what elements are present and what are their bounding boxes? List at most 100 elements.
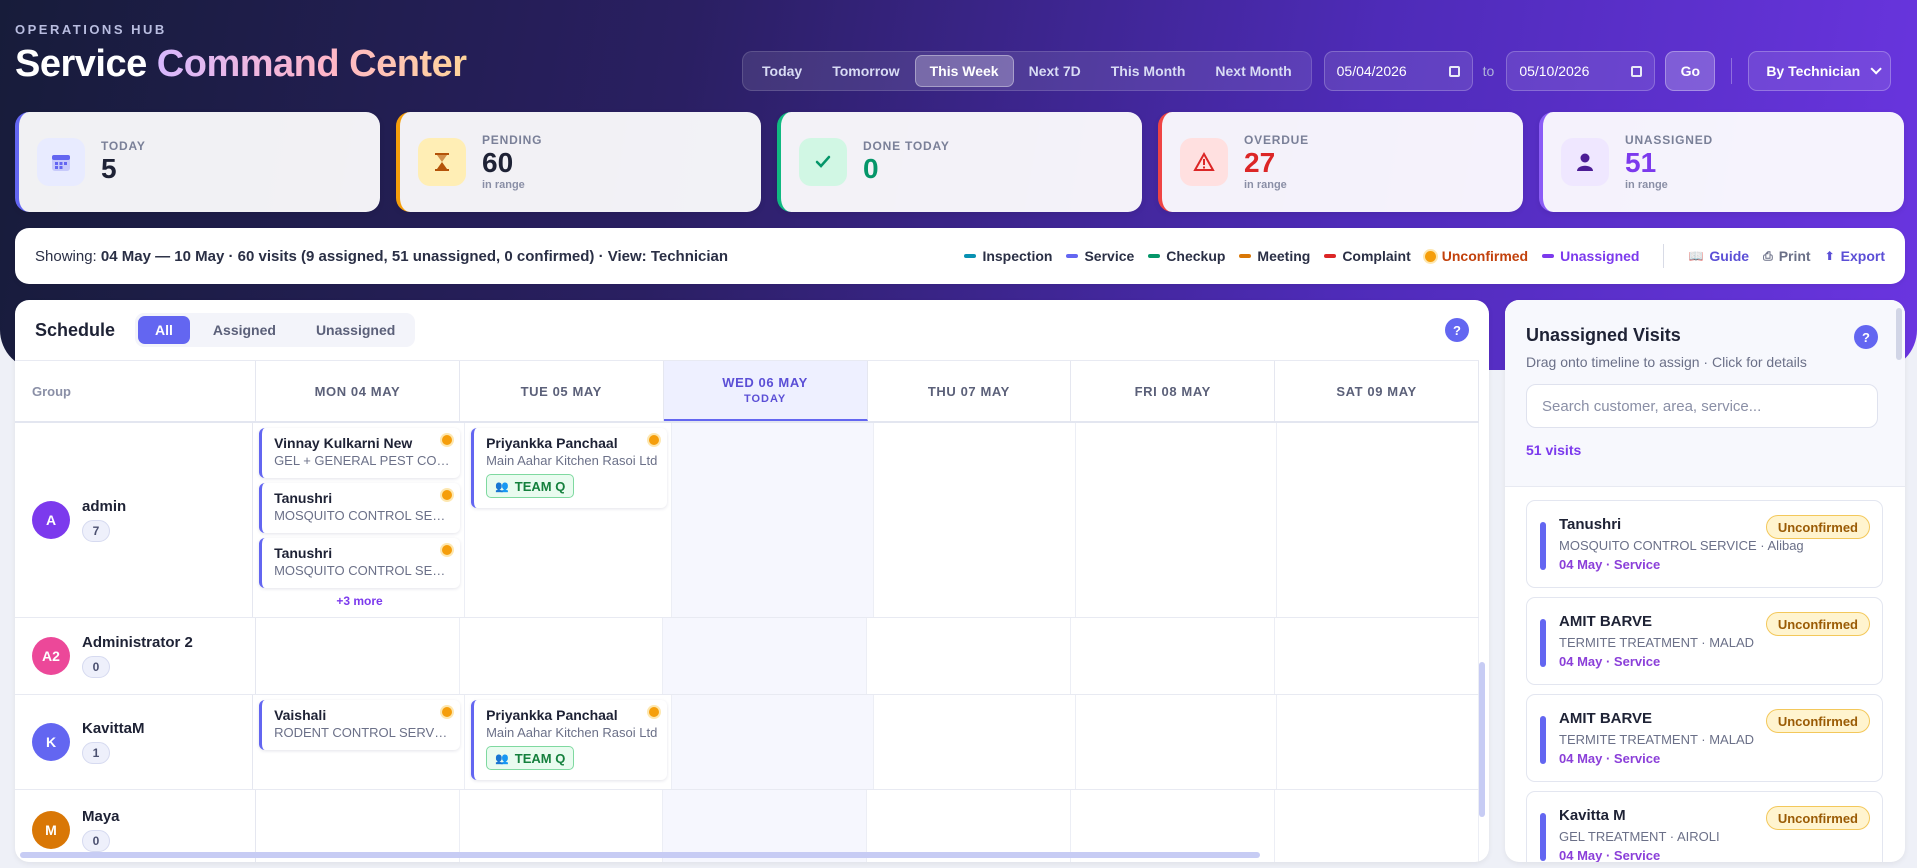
range-button-this-month[interactable]: This Month [1096,55,1201,87]
visit-service: MOSQUITO CONTROL SERVICE [274,508,451,523]
guide-label: Guide [1709,248,1750,264]
horizontal-scrollbar[interactable] [20,852,1260,858]
to-label: to [1482,63,1495,79]
day-header-mon-04-may: MON 04 MAY [256,361,460,421]
timeline-cell[interactable] [1275,790,1479,862]
help-icon[interactable]: ? [1854,325,1878,349]
stat-label: DONE TODAY [863,139,950,153]
visit-card[interactable]: Priyankka Panchaal Main Aahar Kitchen Ras… [471,700,668,780]
legend-item-checkup: Checkup [1148,248,1225,264]
unconfirmed-dot-icon [442,707,453,717]
visit-card[interactable]: Priyankka Panchaal Main Aahar Kitchen Ras… [471,428,668,508]
technician-administrator-2[interactable]: A2 Administrator 2 0 [15,618,256,694]
visit-detail: GEL TREATMENT · AIROLI [1559,829,1720,844]
date-from-input[interactable]: 05/04/2026 [1323,51,1473,91]
calendar-picker-icon[interactable] [1631,65,1643,77]
unassigned-panel: Unassigned Visits ? Drag onto timeline t… [1505,300,1905,862]
timeline-cell[interactable] [460,618,664,694]
timeline-cell[interactable] [672,423,874,617]
visit-service: GEL + GENERAL PEST CONTROL [274,453,450,468]
filter-chip-assigned[interactable]: Assigned [196,316,293,344]
grid-rows: Aadmin 7 Vinnay Kulkarni New GEL + GENERAL … [15,423,1479,862]
technician-info: admin 7 [82,498,126,542]
stat-text: UNASSIGNED 51 in range [1625,133,1713,191]
info-bar: Showing: 04 May — 10 May · 60 visits (9 … [15,228,1905,284]
more-visits-link[interactable]: +3 more [259,594,460,608]
timeline-cell[interactable] [1071,618,1276,694]
technician-kavittam[interactable]: K KavittaM 1 [15,695,254,789]
date-to-input[interactable]: 05/10/2026 [1506,51,1656,91]
team-badge: 👥 TEAM Q [486,746,575,770]
visit-card[interactable]: Tanushri MOSQUITO CONTROL SERVICE [259,483,461,533]
range-button-this-week[interactable]: This Week [914,55,1014,87]
timeline-cell[interactable] [1277,423,1479,617]
visit-meta: 04 May · Service [1559,557,1661,572]
calendar-icon [37,138,85,186]
filter-chip-all[interactable]: All [138,316,190,344]
unassigned-visit-card[interactable]: Kavitta M GEL TREATMENT · AIROLI 04 May · … [1526,791,1883,862]
legend-item-unconfirmed: Unconfirmed [1424,248,1528,264]
timeline-cell[interactable] [663,618,868,694]
showing-summary: Showing: 04 May — 10 May · 60 visits (9 … [35,248,728,265]
avatar: K [32,723,70,761]
range-button-today[interactable]: Today [747,55,817,87]
print-button[interactable]: ⎙ Print [1763,248,1811,264]
calendar-picker-icon[interactable] [1448,65,1460,77]
unconfirmed-dot-icon [649,707,660,717]
timeline-cell[interactable] [867,618,1072,694]
technician-name: Administrator 2 [82,634,193,651]
day-header-thu-07-may: THU 07 MAY [868,361,1072,421]
filter-chip-unassigned[interactable]: Unassigned [299,316,412,344]
timeline-cell[interactable]: Vinnay Kulkarni New GEL + GENERAL PEST CO… [253,423,466,617]
day-label: FRI 08 MAY [1134,383,1211,399]
help-icon[interactable]: ? [1445,318,1469,342]
timeline-cell[interactable] [874,695,1076,789]
view-select[interactable]: By Technician [1748,51,1892,91]
legend-swatch [1542,254,1555,258]
visit-customer: Priyankka Panchaal [486,707,618,723]
legend-label: Meeting [1257,248,1311,264]
status-badge: Unconfirmed [1765,709,1870,733]
export-button[interactable]: ⬆ Export [1825,248,1885,264]
timeline-cell[interactable] [1076,423,1278,617]
timeline-cell[interactable] [1076,695,1278,789]
timeline-cell[interactable] [1275,618,1479,694]
stat-text: TODAY 5 [101,139,146,185]
unassigned-visit-card[interactable]: AMIT BARVE TERMITE TREATMENT · MALAD 04 Ma… [1526,597,1883,685]
schedule-grid: Group MON 04 MAY TUE 05 MAY WED 06 MAY TODA… [15,360,1479,862]
timeline-cell[interactable] [1277,695,1479,789]
vertical-scrollbar[interactable] [1479,662,1485,817]
stats-row: TODAY 5 PENDING 60 in range DONE TODAY 0 OVERDU… [15,112,1904,212]
visit-card[interactable]: Vaishali RODENT CONTROL SERVICE [259,700,461,750]
date-to-value: 05/10/2026 [1519,63,1590,79]
visit-service: Main Aahar Kitchen Rasoi Ltd [486,453,658,468]
technician-name: KavittaM [82,720,145,737]
user-icon [1561,138,1609,186]
search-input[interactable]: Search customer, area, service... [1526,384,1878,428]
visit-card[interactable]: Vinnay Kulkarni New GEL + GENERAL PEST CO… [259,428,461,478]
timeline-cell[interactable] [672,695,874,789]
unassigned-visit-card[interactable]: AMIT BARVE TERMITE TREATMENT · MALAD 04 Ma… [1526,694,1883,782]
legend-swatch [1066,254,1079,258]
legend-divider [1663,244,1665,268]
range-button-next-7d[interactable]: Next 7D [1014,55,1096,87]
go-button[interactable]: Go [1665,51,1716,91]
timeline-cell[interactable] [256,618,460,694]
unassigned-scrollbar[interactable] [1896,308,1902,360]
visit-count-badge: 7 [82,520,110,542]
technician-admin[interactable]: Aadmin 7 [15,423,254,617]
team-label: TEAM Q [514,750,566,766]
unassigned-visit-card[interactable]: Tanushri MOSQUITO CONTROL SERVICE · Aliba… [1526,500,1883,588]
range-button-tomorrow[interactable]: Tomorrow [817,55,914,87]
check-icon [799,138,847,186]
schedule-header: Schedule All Assigned Unassigned ? [15,300,1489,360]
timeline-cell[interactable]: Vaishali RODENT CONTROL SERVICE [253,695,466,789]
guide-button[interactable]: 📖 Guide [1688,248,1749,264]
print-label: Print [1778,248,1811,264]
timeline-cell[interactable]: Priyankka Panchaal Main Aahar Kitchen Ras… [465,423,673,617]
stat-text: DONE TODAY 0 [863,139,950,185]
visit-card[interactable]: Tanushri MOSQUITO CONTROL SERVICE [259,538,461,588]
range-button-next-month[interactable]: Next Month [1200,55,1306,87]
timeline-cell[interactable]: Priyankka Panchaal Main Aahar Kitchen Ras… [465,695,673,789]
timeline-cell[interactable] [874,423,1076,617]
